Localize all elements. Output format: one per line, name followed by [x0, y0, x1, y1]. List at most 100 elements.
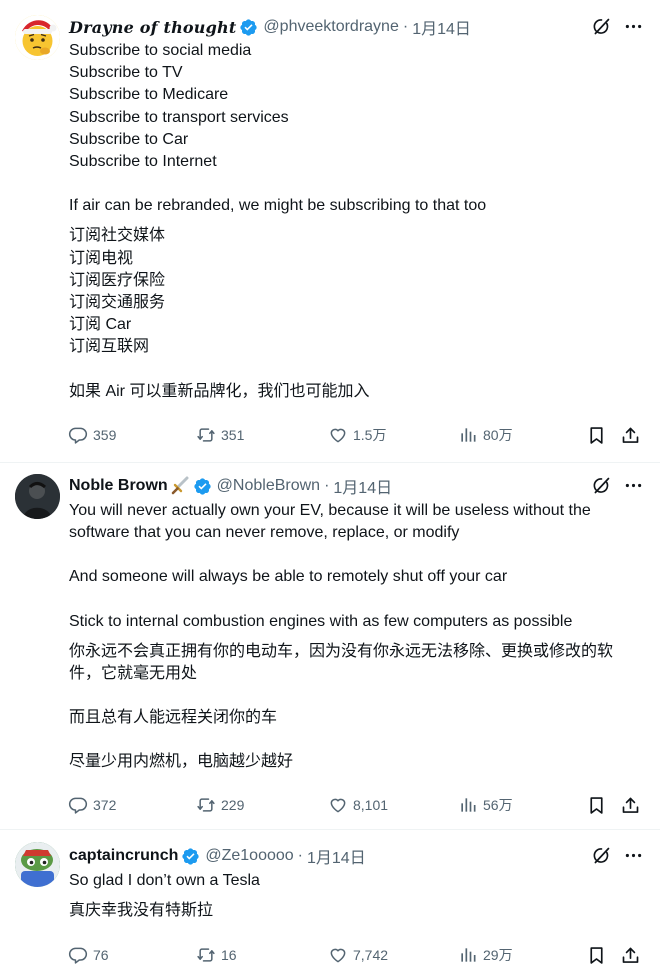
like-button[interactable]: 1.5万 [328, 425, 386, 445]
reply-count: 359 [93, 427, 117, 443]
text-line: Subscribe to transport services [69, 108, 289, 126]
tweet-header: Drayne of thought @phveektordrayne · 1月1… [69, 15, 471, 39]
views-button[interactable]: 29万 [458, 945, 513, 965]
bookmark-icon [586, 945, 607, 966]
verified-badge-icon [181, 847, 200, 866]
avatar[interactable] [15, 842, 60, 887]
share-button[interactable] [620, 795, 641, 816]
more-icon[interactable] [622, 15, 644, 37]
reply-button[interactable]: 359 [68, 425, 116, 445]
bookmark-button[interactable] [586, 425, 607, 446]
bookmark-button[interactable] [586, 795, 607, 816]
separator-dot: · [402, 18, 409, 35]
grok-icon[interactable] [590, 15, 612, 37]
share-button[interactable] [620, 425, 641, 446]
views-button[interactable]: 80万 [458, 425, 513, 445]
translated-line: 订阅 Car [69, 316, 132, 334]
verified-badge-icon [193, 477, 212, 496]
reply-button[interactable]: 76 [68, 945, 109, 965]
repost-icon [196, 425, 216, 445]
reply-button[interactable]: 372 [68, 795, 116, 815]
like-icon [328, 795, 348, 815]
avatar[interactable] [15, 15, 60, 60]
repost-button[interactable]: 16 [196, 945, 237, 965]
more-icon[interactable] [622, 474, 644, 496]
thinking-santa-avatar-icon [15, 15, 60, 60]
translated-line: 订阅电视 [69, 249, 134, 267]
tweet[interactable]: Drayne of thought @phveektordrayne · 1月1… [0, 0, 660, 463]
avatar[interactable] [15, 474, 60, 519]
views-icon [458, 795, 478, 815]
views-icon [458, 425, 478, 445]
views-button[interactable]: 56万 [458, 795, 513, 815]
text-line: Subscribe to social media [69, 42, 252, 59]
bookmark-icon [586, 795, 607, 816]
text-line: Subscribe to TV [69, 64, 183, 82]
tweet-text: You will never actually own your EV, bec… [69, 500, 644, 774]
text-paragraph: So glad I don’t own a Tesla [69, 872, 260, 889]
repost-count: 229 [221, 797, 245, 813]
repost-count: 16 [221, 947, 237, 963]
views-count: 80万 [483, 427, 513, 443]
reply-icon [68, 795, 88, 815]
repost-icon [196, 795, 216, 815]
repost-button[interactable]: 351 [196, 425, 244, 445]
author-handle[interactable]: @Ze1ooooo [205, 847, 293, 865]
pepe-avatar-icon [15, 842, 60, 887]
grok-icon[interactable] [590, 474, 612, 496]
tweet-date[interactable]: 1月14日 [333, 474, 392, 498]
views-count: 56万 [483, 797, 513, 813]
translated-line: 订阅社交媒体 [69, 227, 166, 245]
text-paragraph: You will never actually own your EV, bec… [69, 502, 591, 542]
text-paragraph: And someone will always be able to remot… [69, 568, 508, 586]
like-count: 7,742 [353, 947, 389, 963]
author-name[interactable]: Drayne of thought [69, 18, 236, 37]
tweet[interactable]: Noble Brown @NobleBrown · 1月14日 You will… [0, 463, 660, 830]
grok-icon[interactable] [590, 844, 612, 866]
repost-button[interactable]: 229 [196, 795, 244, 815]
separator-dot: · [324, 477, 330, 494]
repost-count: 351 [221, 427, 245, 443]
text-line: Subscribe to Internet [69, 153, 217, 171]
like-button[interactable]: 8,101 [328, 795, 388, 815]
author-name[interactable]: Noble Brown [69, 477, 168, 495]
text-paragraph: If air can be rebranded, we might be sub… [69, 197, 487, 215]
translated-paragraph: 如果 Air 可以重新品牌化，我们也可能加入 [69, 382, 370, 400]
action-bar: 76 16 7,742 29万 [68, 945, 644, 967]
reply-count: 76 [93, 947, 109, 963]
tweet-text: So glad I don’t own a Tesla 真庆幸我没有特斯拉 [69, 870, 644, 922]
author-name[interactable]: captaincrunch [69, 847, 178, 865]
reply-icon [68, 425, 88, 445]
verified-badge-icon [239, 18, 258, 37]
author-handle[interactable]: @NobleBrown [217, 477, 320, 495]
tweet-date[interactable]: 1月14日 [307, 844, 366, 868]
sword-emoji-icon [170, 476, 190, 496]
reply-count: 372 [93, 797, 117, 813]
tweet-header: captaincrunch @Ze1ooooo · 1月14日 [69, 845, 366, 867]
separator-dot: · [297, 847, 303, 864]
more-icon[interactable] [622, 844, 644, 866]
author-handle[interactable]: @phveektordrayne [263, 18, 398, 36]
repost-icon [196, 945, 216, 965]
translated-line: 订阅互联网 [69, 338, 150, 356]
like-count: 1.5万 [353, 427, 387, 443]
tweet-date[interactable]: 1月14日 [412, 15, 471, 39]
action-bar: 359 351 1.5万 80万 [68, 425, 644, 447]
share-button[interactable] [620, 945, 641, 966]
bookmark-icon [586, 425, 607, 446]
share-icon [620, 425, 641, 446]
translated-line: 订阅交通服务 [69, 294, 166, 312]
tweet[interactable]: captaincrunch @Ze1ooooo · 1月14日 So glad … [0, 830, 660, 975]
views-icon [458, 945, 478, 965]
bookmark-button[interactable] [586, 945, 607, 966]
like-button[interactable]: 7,742 [328, 945, 388, 965]
action-bar: 372 229 8,101 56万 [68, 795, 644, 817]
translated-paragraph: 尽量少用内燃机，电脑越少越好 [69, 753, 294, 771]
photo-avatar-icon [15, 474, 60, 519]
translated-line: 订阅医疗保险 [69, 271, 166, 289]
tweet-text: Subscribe to social media Subscribe to T… [69, 40, 644, 403]
views-count: 29万 [483, 947, 513, 963]
like-icon [328, 945, 348, 965]
share-icon [620, 945, 641, 966]
tweet-header: Noble Brown @NobleBrown · 1月14日 [69, 475, 392, 497]
